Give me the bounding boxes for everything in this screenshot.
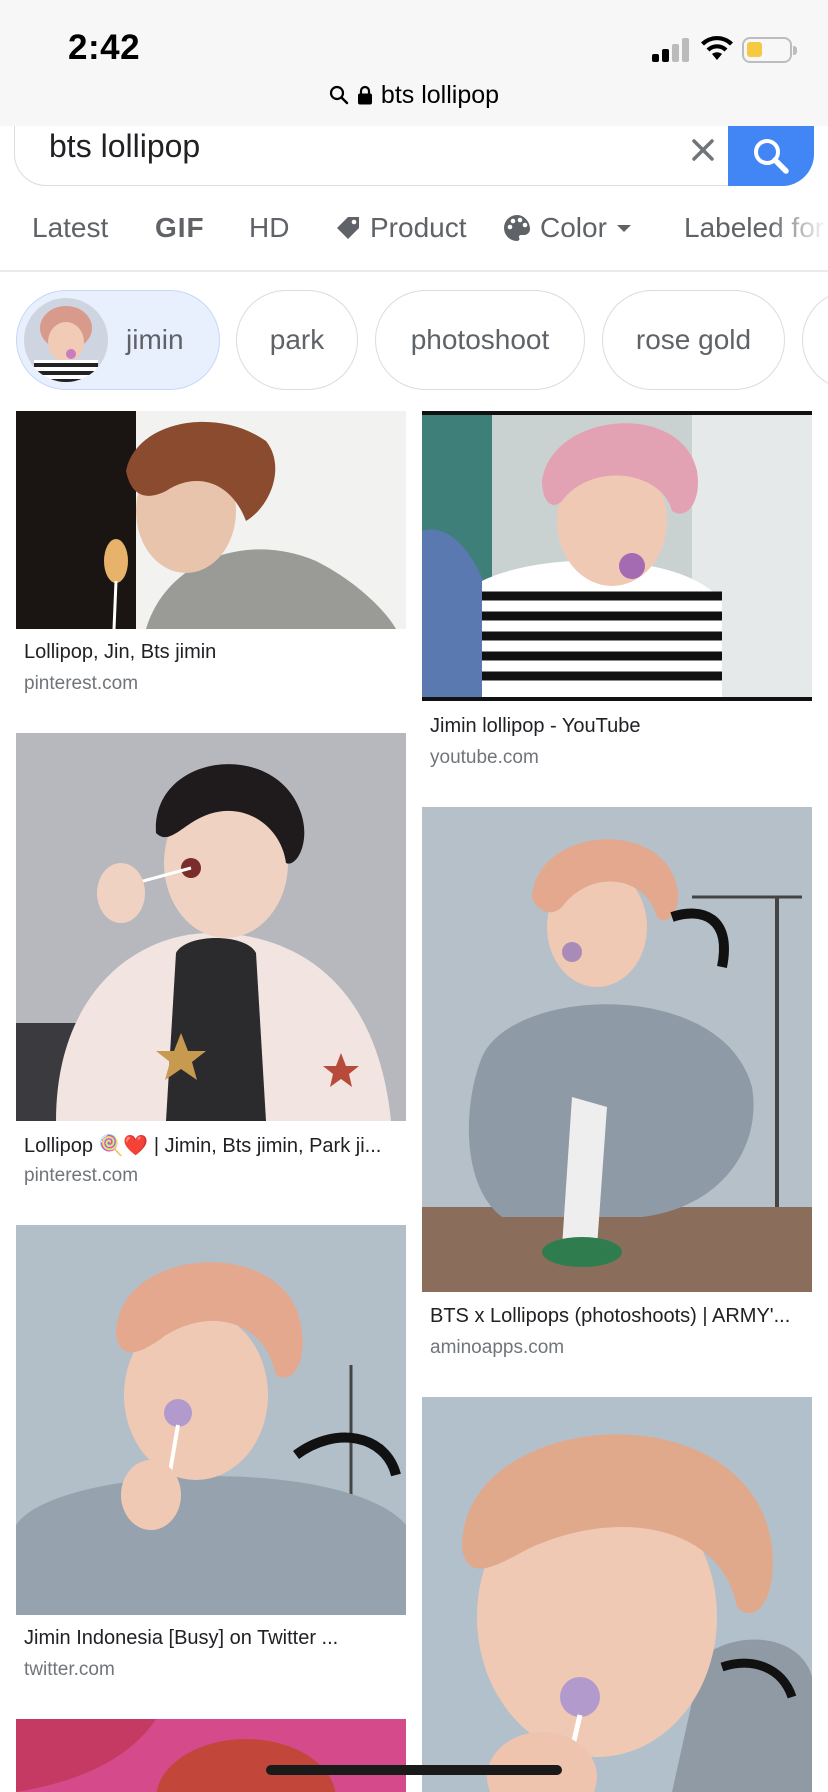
image-result[interactable] (16, 1719, 406, 1792)
image-result[interactable]: Lollipop 🍭❤️ | Jimin, Bts jimin, Park ji… (16, 733, 406, 1186)
battery-icon (742, 37, 797, 63)
filter-product[interactable]: Product (334, 212, 467, 244)
chip-label: rose gold (635, 324, 752, 355)
result-domain: aminoapps.com (430, 1337, 565, 1358)
result-title: Lollipop, Jin, Bts jimin (24, 641, 217, 663)
result-title: Jimin Indonesia [Busy] on Twitter ... (24, 1627, 339, 1649)
search-icon (329, 85, 349, 105)
chip-more[interactable] (802, 290, 828, 390)
scroll-fade (768, 200, 828, 270)
result-domain: pinterest.com (24, 673, 139, 694)
result-image (16, 733, 406, 1121)
image-result[interactable]: Jimin lollipop - YouTube youtube.com (422, 411, 812, 768)
chevron-down-icon (616, 225, 631, 232)
result-image (16, 411, 406, 629)
address-text: bts lollipop (380, 80, 500, 109)
filter-color[interactable]: Color (502, 212, 633, 244)
search-input[interactable]: bts lollipop (14, 126, 814, 186)
gif-icon: GIF (155, 212, 205, 243)
filter-hd[interactable]: HD (249, 212, 289, 244)
image-result[interactable]: Jimin Indonesia [Busy] on Twitter ... tw… (16, 1225, 406, 1680)
result-domain: youtube.com (430, 747, 539, 768)
related-chips: jimin park photoshoot rose gold (0, 290, 828, 390)
chip-rose-gold[interactable]: rose gold (602, 290, 785, 390)
clear-search-button[interactable] (683, 130, 723, 170)
result-title: Jimin lollipop - YouTube (430, 715, 641, 737)
chip-photoshoot[interactable]: photoshoot (375, 290, 585, 390)
chip-park[interactable]: park (236, 290, 358, 390)
result-domain: pinterest.com (24, 1165, 139, 1186)
tag-icon (337, 217, 359, 239)
chip-thumbnail (24, 298, 108, 382)
address-bar[interactable]: bts lollipop (0, 78, 828, 112)
result-image (422, 411, 812, 701)
filter-tabs: Latest GIF HD Product Color Labeled for (0, 200, 828, 272)
cellular-signal-icon (652, 38, 690, 62)
search-bar: bts lollipop (0, 126, 828, 196)
image-result[interactable]: BTS x Lollipops (photoshoots) | ARMY'...… (422, 807, 812, 1358)
lock-icon (357, 85, 372, 105)
wifi-icon (701, 36, 733, 60)
result-title: BTS x Lollipops (photoshoots) | ARMY'... (430, 1305, 791, 1327)
chip-label: park (269, 324, 325, 355)
result-title: Lollipop 🍭❤️ | Jimin, Bts jimin, Park ji… (24, 1135, 382, 1157)
status-bar: 2:42 bts lollipop (0, 0, 828, 126)
result-domain: twitter.com (24, 1659, 115, 1680)
chip-label: photoshoot (410, 324, 550, 355)
search-icon (754, 139, 789, 174)
home-indicator[interactable] (266, 1765, 562, 1775)
palette-icon (504, 215, 530, 241)
chip-label: jimin (126, 324, 184, 355)
result-image (422, 807, 812, 1292)
chip-jimin[interactable]: jimin (16, 290, 220, 390)
image-result[interactable] (422, 1397, 812, 1792)
status-time: 2:42 (68, 28, 141, 67)
search-query: bts lollipop (49, 128, 201, 164)
result-image (16, 1719, 406, 1792)
result-image (422, 1397, 812, 1792)
filter-latest[interactable]: Latest (32, 212, 108, 244)
result-image (16, 1225, 406, 1615)
search-button[interactable] (728, 126, 814, 186)
filter-gif[interactable]: GIF (155, 212, 205, 244)
image-result[interactable]: Lollipop, Jin, Bts jimin pinterest.com (16, 411, 406, 694)
